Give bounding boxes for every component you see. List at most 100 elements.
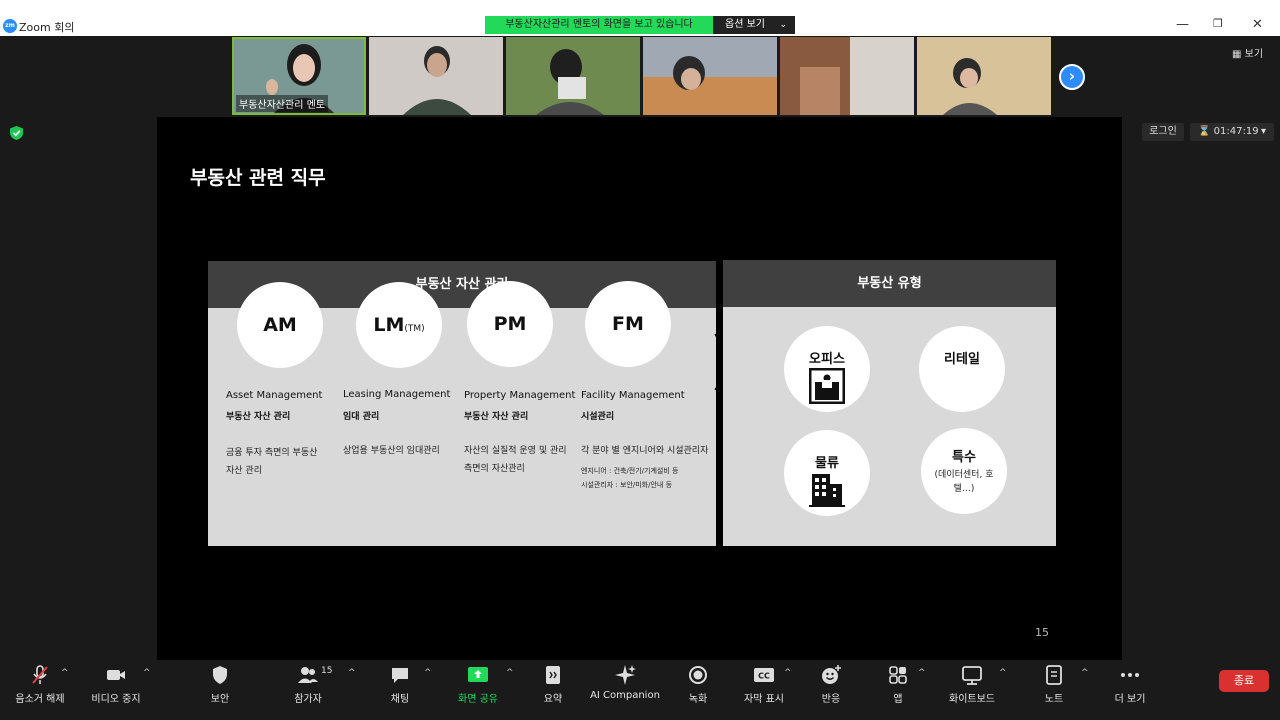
minimize-button[interactable]: — bbox=[1176, 17, 1189, 32]
meeting-timer[interactable]: ⌛ 01:47:19 ▾ bbox=[1190, 123, 1274, 141]
toolbar-label: 노트 bbox=[1044, 694, 1064, 705]
login-button[interactable]: 로그인 bbox=[1142, 123, 1184, 141]
more-button[interactable]: 더 보기 bbox=[1090, 660, 1170, 705]
toolbar-label: 앱 bbox=[893, 694, 903, 705]
type-label: 특수 bbox=[952, 450, 976, 465]
caret-up-icon[interactable]: ^ bbox=[348, 668, 356, 678]
caret-up-icon[interactable]: ^ bbox=[999, 668, 1007, 678]
role-subtitle: 시설관리 bbox=[581, 412, 615, 422]
role-circle-am: AM bbox=[237, 282, 323, 368]
chat-button[interactable]: 채팅 bbox=[360, 660, 440, 705]
summary-icon bbox=[546, 666, 560, 684]
toolbar-label: 화면 공유 bbox=[458, 694, 498, 705]
view-label: 보기 bbox=[1244, 49, 1264, 60]
security-button[interactable]: 보안 bbox=[180, 660, 260, 705]
view-button[interactable]: ▦ 보기 bbox=[1232, 45, 1263, 60]
video-tile-active-speaker[interactable]: 부동산자산관리 멘토 bbox=[232, 37, 366, 115]
role-description: 금융 투자 측면의 부동산 자산 관리 bbox=[226, 448, 318, 476]
toolbar-label: 보안 bbox=[210, 694, 230, 705]
role-abbr: AM bbox=[263, 314, 297, 336]
restore-button[interactable]: ❐ bbox=[1213, 17, 1223, 30]
role-description: 자산의 실질적 운영 및 관리 측면의 자산관리 bbox=[464, 446, 567, 474]
type-label: 오피스 bbox=[809, 352, 845, 367]
reactions-icon bbox=[822, 665, 841, 684]
notes-button[interactable]: 노트 bbox=[1014, 660, 1094, 705]
close-button[interactable]: ✕ bbox=[1252, 17, 1263, 32]
ai-companion-icon bbox=[615, 665, 636, 685]
video-tile[interactable] bbox=[917, 37, 1051, 115]
toolbar-label: 화이트보드 bbox=[949, 694, 995, 705]
caret-up-icon[interactable]: ^ bbox=[424, 668, 432, 678]
role-subtitle: 임대 관리 bbox=[343, 412, 380, 422]
role-circle-pm: PM bbox=[467, 281, 553, 367]
summary-button[interactable]: 요약 bbox=[513, 660, 593, 705]
video-tile[interactable] bbox=[780, 37, 914, 115]
encryption-shield-icon[interactable] bbox=[10, 126, 23, 140]
type-circle-office: 오피스 bbox=[784, 326, 870, 412]
video-tile[interactable] bbox=[506, 37, 640, 115]
role-title: Property Management bbox=[464, 390, 576, 401]
active-speaker-name: 부동산자산관리 멘토 bbox=[236, 95, 328, 112]
apps-icon bbox=[889, 666, 907, 684]
type-label: 리테일 bbox=[944, 352, 980, 367]
office-icon bbox=[809, 368, 845, 404]
share-screen-icon bbox=[468, 667, 488, 682]
record-icon bbox=[689, 666, 707, 684]
zoom-logo-icon: zm bbox=[3, 19, 17, 33]
title-bar: zm Zoom 회의 부동산자산관리 멘토의 화면을 보고 있습니다 옵션 보기… bbox=[0, 0, 1280, 36]
ai-companion-button[interactable]: AI Companion bbox=[585, 660, 665, 704]
toolbar-label: 더 보기 bbox=[1114, 694, 1146, 705]
toolbar-label: 채팅 bbox=[390, 694, 410, 705]
shared-screen-slide: 부동산 관련 직무 부동산 자산 관리 AM LM(TM) PM FM Asse… bbox=[157, 117, 1122, 660]
share-screen-button[interactable]: 화면 공유 bbox=[438, 660, 518, 705]
participant-count: 15 bbox=[321, 666, 333, 676]
view-options-button[interactable]: 옵션 보기 ⌄ bbox=[713, 16, 795, 34]
participants-icon bbox=[298, 667, 318, 683]
mic-muted-icon bbox=[32, 665, 48, 684]
more-icon bbox=[1121, 673, 1139, 677]
stop-video-button[interactable]: 비디오 중지 bbox=[76, 660, 156, 705]
hourglass-icon: ⌛ bbox=[1198, 126, 1214, 137]
caret-up-icon[interactable]: ^ bbox=[61, 668, 69, 678]
role-circle-fm: FM bbox=[585, 281, 671, 367]
toolbar-label: 비디오 중지 bbox=[91, 694, 141, 705]
caret-up-icon[interactable]: ^ bbox=[1081, 668, 1089, 678]
type-circle-special: 특수 (데이터센터, 호텔…) bbox=[921, 428, 1007, 514]
participant-video bbox=[506, 37, 640, 115]
role-description: 상업용 부동산의 임대관리 bbox=[343, 446, 440, 456]
svg-text:CC: CC bbox=[758, 672, 770, 681]
video-tile[interactable] bbox=[643, 37, 777, 115]
participant-video bbox=[369, 37, 503, 115]
window-title: Zoom 회의 bbox=[19, 21, 75, 34]
video-tile[interactable] bbox=[369, 37, 503, 115]
type-circle-logistics: 물류 bbox=[784, 430, 870, 516]
end-meeting-button[interactable]: 종료 bbox=[1219, 670, 1269, 692]
slide-page-number: 15 bbox=[1035, 626, 1049, 639]
role-abbr: FM bbox=[612, 313, 644, 335]
next-page-button[interactable]: › bbox=[1059, 64, 1085, 90]
notes-icon bbox=[1046, 665, 1062, 685]
shield-icon bbox=[213, 666, 227, 684]
whiteboard-icon bbox=[962, 666, 982, 685]
role-title: Asset Management bbox=[226, 390, 323, 401]
type-sublabel: (데이터센터, 호텔…) bbox=[934, 470, 994, 494]
chevron-down-icon: ⌄ bbox=[779, 20, 787, 30]
view-options-label: 옵션 보기 bbox=[725, 19, 765, 30]
participant-video bbox=[917, 37, 1051, 115]
role-title: Facility Management bbox=[581, 390, 685, 401]
toolbar-label: 참가자 bbox=[294, 694, 322, 705]
caret-up-icon[interactable]: ^ bbox=[918, 668, 926, 678]
caret-up-icon[interactable]: ^ bbox=[143, 668, 151, 678]
toolbar-label: 음소거 해제 bbox=[15, 694, 65, 705]
role-subtitle: 부동산 자산 관리 bbox=[464, 412, 529, 422]
role-suffix: (TM) bbox=[404, 324, 425, 334]
whiteboard-button[interactable]: 화이트보드 bbox=[932, 660, 1012, 705]
participants-button[interactable]: 15 참가자 bbox=[268, 660, 348, 705]
meeting-toolbar: 음소거 해제 ^ 비디오 중지 ^ 보안 15 참가자 ^ 채팅 ^ 화면 공유… bbox=[0, 660, 1280, 720]
toolbar-label: AI Companion bbox=[590, 690, 660, 701]
participant-video bbox=[643, 37, 777, 115]
apps-button[interactable]: 앱 bbox=[858, 660, 938, 705]
unmute-button[interactable]: 음소거 해제 bbox=[0, 660, 80, 705]
captions-icon: CC bbox=[754, 668, 774, 682]
timer-value: 01:47:19 bbox=[1213, 126, 1259, 137]
